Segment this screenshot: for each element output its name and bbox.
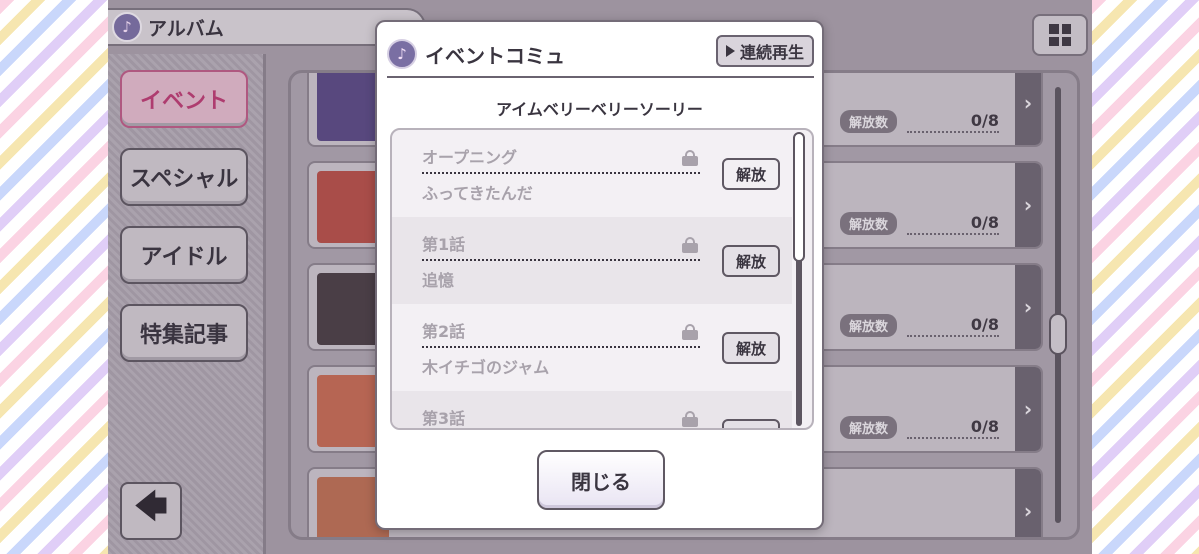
episode-chapter: オープニング: [422, 148, 518, 167]
lock-icon: [682, 411, 698, 427]
card-progress: 解放数 0/8: [839, 212, 999, 235]
nav-feature-button[interactable]: 特集記事: [120, 304, 248, 362]
chevron-right-icon[interactable]: ›: [1015, 73, 1041, 145]
event-name: アイムベリーベリーソーリー: [496, 100, 703, 119]
play-icon: [725, 45, 735, 57]
episode-list: オープニング ふってきたんだ 解放 第1話 追憶 解放 第2話 木イチゴのジャム…: [390, 128, 814, 430]
lock-icon: [682, 150, 698, 166]
nav-special-button[interactable]: スペシャル: [120, 148, 248, 206]
episode-row: 第1話 追憶 解放: [392, 217, 792, 304]
grid-view-button[interactable]: [1032, 14, 1088, 56]
card-progress: 解放数 0/8: [839, 110, 999, 133]
episode-chapter: 第2話: [422, 322, 466, 341]
category-sidebar: イベント スペシャル アイドル 特集記事 🡄: [108, 54, 266, 554]
episode-chapter: 第1話: [422, 235, 466, 254]
episode-row: 第3話 解放: [392, 391, 792, 428]
list-scrollbar[interactable]: [1055, 87, 1061, 523]
dialog-header: ♪ イベントコミュ 連続再生: [387, 32, 814, 78]
auto-play-label: 連続再生: [739, 43, 804, 62]
album-badge-icon: ♪: [112, 12, 142, 42]
divider: [422, 172, 700, 174]
progress-label: 解放数: [839, 212, 897, 235]
nav-event-button[interactable]: イベント: [120, 70, 248, 128]
grid-icon: [1049, 24, 1071, 46]
episode-subtitle: 木イチゴのジャム: [422, 358, 550, 377]
episode-row: 第2話 木イチゴのジャム 解放: [392, 304, 792, 391]
progress-label: 解放数: [839, 110, 897, 133]
decorative-stripes-left: [0, 0, 108, 554]
chevron-right-icon[interactable]: ›: [1015, 163, 1041, 247]
arrow-left-icon: 🡄: [134, 487, 168, 525]
progress-value: 0/8: [907, 417, 999, 439]
card-progress: 解放数 0/8: [839, 314, 999, 337]
dialog-title: イベントコミュ: [425, 43, 565, 68]
auto-play-button[interactable]: 連続再生: [715, 35, 814, 67]
episode-subtitle: 追憶: [422, 271, 455, 290]
episode-chapter: 第3話: [422, 409, 466, 428]
unlock-button[interactable]: 解放: [722, 245, 780, 277]
lock-icon: [682, 237, 698, 253]
event-commu-dialog: ♪ イベントコミュ 連続再生 アイムベリーベリーソーリー オープニング ふってき…: [375, 20, 824, 530]
episode-subtitle: ふってきたんだ: [422, 184, 533, 203]
progress-value: 0/8: [907, 315, 999, 337]
unlock-button[interactable]: 解放: [722, 158, 780, 190]
unlock-button[interactable]: 解放: [722, 332, 780, 364]
list-scrollbar-thumb[interactable]: [1049, 313, 1067, 355]
commu-badge-icon: ♪: [387, 39, 417, 69]
close-button[interactable]: 閉じる: [537, 450, 665, 510]
lock-icon: [682, 324, 698, 340]
decorative-stripes-right: [1092, 0, 1199, 554]
chevron-right-icon[interactable]: ›: [1015, 265, 1041, 349]
album-title: アルバム: [148, 17, 224, 40]
progress-label: 解放数: [839, 314, 897, 337]
progress-label: 解放数: [839, 416, 897, 439]
episode-scrollbar-thumb[interactable]: [793, 132, 805, 262]
episode-row: オープニング ふってきたんだ 解放: [392, 130, 792, 217]
progress-value: 0/8: [907, 111, 999, 133]
divider: [422, 346, 700, 348]
progress-value: 0/8: [907, 213, 999, 235]
divider: [422, 259, 700, 261]
chevron-right-icon[interactable]: ›: [1015, 469, 1041, 537]
back-button[interactable]: 🡄: [120, 482, 182, 540]
nav-idol-button[interactable]: アイドル: [120, 226, 248, 284]
unlock-button[interactable]: 解放: [722, 419, 780, 428]
chevron-right-icon[interactable]: ›: [1015, 367, 1041, 451]
card-progress: 解放数 0/8: [839, 416, 999, 439]
